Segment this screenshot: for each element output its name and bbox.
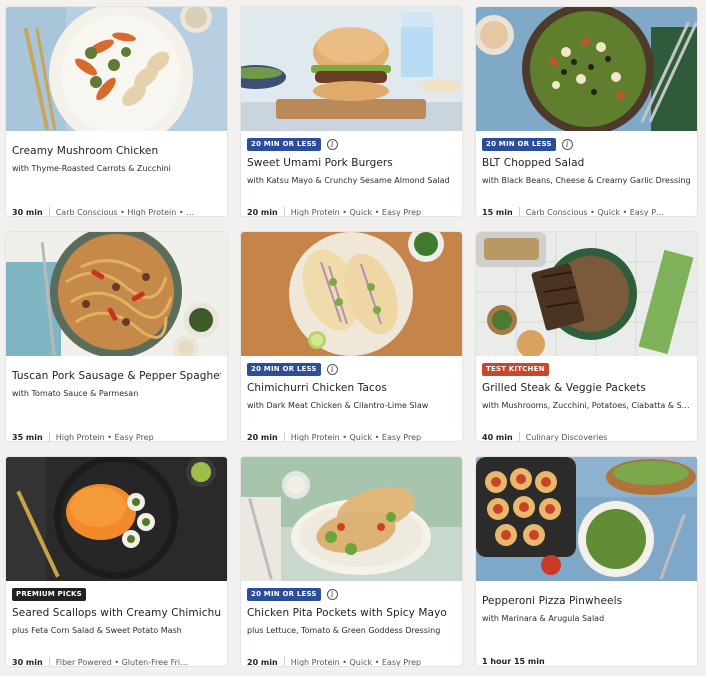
recipe-card-pepperoni-pizza-pinwheels[interactable]: Pepperoni Pizza Pinwheels with Marinara … — [475, 456, 698, 667]
recipe-card-body: Creamy Mushroom Chicken with Thyme-Roast… — [12, 131, 221, 216]
recipe-time: 40 min — [482, 433, 513, 442]
recipe-card-body: 20 MIN OR LESS i Chicken Pita Pockets wi… — [247, 581, 456, 666]
recipe-meta: 40 min Culinary Discoveries — [482, 432, 691, 442]
recipe-meta: 1 hour 15 min — [482, 657, 691, 666]
badge-row: 20 MIN OR LESS i — [482, 137, 573, 151]
badge-row: 20 MIN OR LESS i — [247, 587, 338, 601]
recipe-title: Seared Scallops with Creamy Chimichurri — [12, 607, 221, 619]
recipe-title: Grilled Steak & Veggie Packets — [482, 382, 646, 394]
recipe-card-body: Tuscan Pork Sausage & Pepper Spaghetti w… — [12, 356, 221, 441]
meta-divider — [283, 207, 285, 216]
recipe-title: Creamy Mushroom Chicken — [12, 145, 159, 157]
recipe-meta: 20 min High Protein • Quick • Easy Prep — [247, 657, 456, 667]
badge-test-kitchen: TEST KITCHEN — [482, 362, 549, 376]
badge-row: PREMIUM PICKS — [12, 587, 86, 601]
info-icon[interactable]: i — [326, 138, 338, 150]
recipe-title: Chimichurri Chicken Tacos — [247, 382, 387, 394]
recipe-tags: Fiber Powered • Gluten-Free Fri… — [55, 658, 189, 667]
recipe-card-body: PREMIUM PICKS Seared Scallops with Cream… — [12, 581, 221, 666]
recipe-time: 15 min — [482, 208, 513, 217]
recipe-card-tuscan-pork-sausage-spaghetti[interactable]: Tuscan Pork Sausage & Pepper Spaghetti w… — [5, 231, 228, 442]
meta-divider — [48, 207, 50, 216]
meta-divider — [283, 657, 285, 666]
recipe-title: Chicken Pita Pockets with Spicy Mayo — [247, 607, 447, 619]
recipe-time: 20 min — [247, 433, 278, 442]
recipe-meta: 20 min High Protein • Quick • Easy Prep — [247, 207, 456, 217]
recipe-meta: 15 min Carb Conscious • Quick • Easy P… — [482, 207, 691, 217]
recipe-tags: High Protein • Easy Prep — [55, 433, 154, 442]
badge-20-min-or-less: 20 MIN OR LESS — [247, 362, 321, 376]
recipe-photo — [476, 457, 697, 581]
recipe-card-body: 20 MIN OR LESS i Chimichurri Chicken Tac… — [247, 356, 456, 441]
recipe-card-body: TEST KITCHEN Grilled Steak & Veggie Pack… — [482, 356, 691, 441]
recipe-card-body: 20 MIN OR LESS i Sweet Umami Pork Burger… — [247, 131, 456, 216]
badge-premium-picks: PREMIUM PICKS — [12, 587, 86, 601]
recipe-subtitle: with Mushrooms, Zucchini, Potatoes, Ciab… — [482, 401, 691, 410]
recipe-subtitle: plus Feta Corn Salad & Sweet Potato Mash — [12, 626, 182, 635]
recipe-meta: 30 min Carb Conscious • High Protein • … — [12, 207, 221, 217]
recipe-card-creamy-mushroom-chicken[interactable]: Creamy Mushroom Chicken with Thyme-Roast… — [5, 6, 228, 217]
recipe-meta: 30 min Fiber Powered • Gluten-Free Fri… — [12, 657, 221, 667]
meta-divider — [518, 207, 520, 216]
recipe-photo — [6, 7, 227, 131]
recipe-photo — [476, 7, 697, 131]
meta-divider — [48, 657, 50, 666]
recipe-meta: 35 min High Protein • Easy Prep — [12, 432, 221, 442]
recipe-subtitle: with Katsu Mayo & Crunchy Sesame Almond … — [247, 176, 450, 185]
recipe-title: Tuscan Pork Sausage & Pepper Spaghetti — [12, 370, 221, 382]
recipe-subtitle: with Dark Meat Chicken & Cilantro-Lime S… — [247, 401, 429, 410]
badge-row: 20 MIN OR LESS i — [247, 137, 338, 151]
recipe-tags: High Protein • Quick • Easy Prep — [290, 433, 422, 442]
recipe-title: Pepperoni Pizza Pinwheels — [482, 595, 623, 607]
recipe-card-blt-chopped-salad[interactable]: 20 MIN OR LESS i BLT Chopped Salad with … — [475, 6, 698, 217]
recipe-tags: High Protein • Quick • Easy Prep — [290, 658, 422, 667]
recipe-photo — [241, 7, 462, 131]
recipe-time: 35 min — [12, 433, 43, 442]
recipe-tags: Carb Conscious • Quick • Easy P… — [525, 208, 665, 217]
badge-row: TEST KITCHEN — [482, 362, 549, 376]
recipe-card-seared-scallops-chimichurri[interactable]: PREMIUM PICKS Seared Scallops with Cream… — [5, 456, 228, 667]
recipe-photo — [6, 232, 227, 356]
badge-20-min-or-less: 20 MIN OR LESS — [247, 137, 321, 151]
meta-divider — [518, 432, 520, 441]
recipe-tags: High Protein • Quick • Easy Prep — [290, 208, 422, 217]
recipe-subtitle: with Tomato Sauce & Parmesan — [12, 389, 139, 398]
meta-divider — [283, 432, 285, 441]
recipe-time: 30 min — [12, 658, 43, 667]
recipe-card-chicken-pita-pockets[interactable]: 20 MIN OR LESS i Chicken Pita Pockets wi… — [240, 456, 463, 667]
recipe-time: 1 hour 15 min — [482, 657, 545, 666]
recipe-tags: Carb Conscious • High Protein • … — [55, 208, 195, 217]
recipe-photo — [241, 232, 462, 356]
recipe-subtitle: with Thyme-Roasted Carrots & Zucchini — [12, 164, 171, 173]
badge-20-min-or-less: 20 MIN OR LESS — [482, 137, 556, 151]
recipe-subtitle: with Black Beans, Cheese & Creamy Garlic… — [482, 176, 691, 185]
recipe-grid: Creamy Mushroom Chicken with Thyme-Roast… — [5, 6, 698, 667]
recipe-tags: Culinary Discoveries — [525, 433, 608, 442]
recipe-subtitle: with Marinara & Arugula Salad — [482, 614, 605, 623]
recipe-title: Sweet Umami Pork Burgers — [247, 157, 393, 169]
badge-20-min-or-less: 20 MIN OR LESS — [247, 587, 321, 601]
recipe-subtitle: plus Lettuce, Tomato & Green Goddess Dre… — [247, 626, 441, 635]
recipe-card-chimichurri-chicken-tacos[interactable]: 20 MIN OR LESS i Chimichurri Chicken Tac… — [240, 231, 463, 442]
badge-row: 20 MIN OR LESS i — [247, 362, 338, 376]
info-icon[interactable]: i — [561, 138, 573, 150]
recipe-time: 20 min — [247, 658, 278, 667]
recipe-photo — [6, 457, 227, 581]
recipe-time: 30 min — [12, 208, 43, 217]
recipe-time: 20 min — [247, 208, 278, 217]
recipe-photo — [241, 457, 462, 581]
recipe-meta: 20 min High Protein • Quick • Easy Prep — [247, 432, 456, 442]
recipe-card-body: Pepperoni Pizza Pinwheels with Marinara … — [482, 581, 691, 666]
recipe-card-sweet-umami-pork-burgers[interactable]: 20 MIN OR LESS i Sweet Umami Pork Burger… — [240, 6, 463, 217]
recipe-card-body: 20 MIN OR LESS i BLT Chopped Salad with … — [482, 131, 691, 216]
meta-divider — [48, 432, 50, 441]
info-icon[interactable]: i — [326, 588, 338, 600]
info-icon[interactable]: i — [326, 363, 338, 375]
recipe-card-grilled-steak-veggie-packets[interactable]: TEST KITCHEN Grilled Steak & Veggie Pack… — [475, 231, 698, 442]
recipe-title: BLT Chopped Salad — [482, 157, 585, 169]
recipe-photo — [476, 232, 697, 356]
